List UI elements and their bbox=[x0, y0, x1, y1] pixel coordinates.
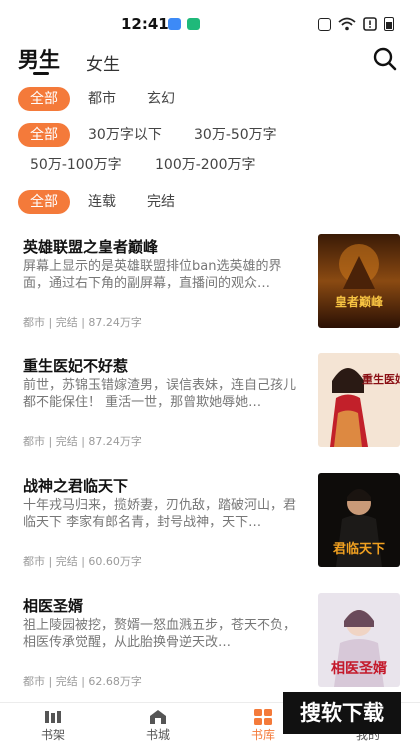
nav-bookshelf[interactable]: 书架 bbox=[13, 703, 93, 746]
status-icons bbox=[318, 16, 394, 32]
book-cover: 重生医妃 bbox=[318, 353, 400, 447]
word-count-filter-row2: 50万-100万字 100万-200万字 bbox=[18, 153, 402, 177]
filter-status-completed[interactable]: 完结 bbox=[147, 190, 175, 214]
filter-words-all[interactable]: 全部 bbox=[18, 123, 70, 147]
tab-male[interactable]: 男生 bbox=[18, 44, 60, 74]
book-title: 英雄联盟之皇者巅峰 bbox=[23, 238, 159, 256]
cover-title-text: 君临天下 bbox=[333, 541, 385, 557]
status-time: 12:41 bbox=[121, 15, 169, 33]
book-title: 相医圣婿 bbox=[23, 597, 84, 615]
book-description: 祖上陵园被挖，赘婿一怒血溅五步，苍天不负，相医传承觉醒，从此胎换骨逆天改… bbox=[23, 618, 297, 650]
nav-label: 书城 bbox=[145, 728, 170, 742]
book-title: 重生医妃不好惹 bbox=[23, 357, 129, 375]
cover-title-text: 重生医妃 bbox=[362, 372, 400, 386]
filter-status-all[interactable]: 全部 bbox=[18, 190, 70, 214]
tab-female[interactable]: 女生 bbox=[86, 50, 120, 75]
book-cover: 皇者巅峰 bbox=[318, 234, 400, 328]
search-icon[interactable] bbox=[372, 46, 398, 72]
status-filter: 全部 连载 完结 bbox=[18, 190, 402, 214]
alert-icon bbox=[363, 17, 377, 31]
wifi-icon bbox=[338, 17, 356, 31]
book-cover: 君临天下 bbox=[318, 473, 400, 567]
filter-status-serializing[interactable]: 连载 bbox=[88, 190, 116, 214]
nfc-icon bbox=[318, 17, 331, 31]
status-bar: 12:41 bbox=[0, 0, 420, 44]
library-icon bbox=[254, 709, 272, 725]
book-title: 战神之君临天下 bbox=[23, 477, 129, 495]
filter-category-urban[interactable]: 都市 bbox=[88, 87, 116, 111]
book-meta: 都市 | 完结 | 62.68万字 bbox=[23, 675, 142, 688]
filter-words-30w-50w[interactable]: 30万-50万字 bbox=[194, 123, 277, 147]
filter-words-under-30w[interactable]: 30万字以下 bbox=[88, 123, 162, 147]
cover-title-text: 相医圣婿 bbox=[331, 660, 388, 677]
filter-category-all[interactable]: 全部 bbox=[18, 87, 70, 111]
bookstore-icon bbox=[150, 710, 166, 724]
category-filter: 全部 都市 玄幻 bbox=[18, 87, 402, 111]
book-meta: 都市 | 完结 | 87.24万字 bbox=[23, 316, 142, 329]
book-description: 十年戎马归来，揽娇妻，刃仇敌，踏破河山，君临天下 李家有郎名青，封号战神，天下… bbox=[23, 498, 297, 530]
book-item[interactable]: 重生医妃不好惹 前世，苏锦玉错嫁渣男，误信表妹，连自己孩儿都不能保住！ 重活一世… bbox=[0, 353, 420, 475]
active-tab-indicator bbox=[33, 72, 49, 75]
filter-category-fantasy[interactable]: 玄幻 bbox=[147, 87, 175, 111]
book-description: 屏幕上显示的是英雄联盟排位ban选英雄的界面，通过右下角的副屏幕，直播间的观众… bbox=[23, 259, 282, 291]
app-notification-icon bbox=[187, 18, 200, 30]
bookshelf-icon bbox=[45, 711, 61, 723]
nav-label: 书架 bbox=[40, 728, 65, 742]
book-item[interactable]: 英雄联盟之皇者巅峰 屏幕上显示的是英雄联盟排位ban选英雄的界面，通过右下角的副… bbox=[0, 234, 420, 356]
app-notification-icon bbox=[168, 18, 181, 30]
word-count-filter: 全部 30万字以下 30万-50万字 bbox=[18, 123, 402, 147]
watermark-text: 搜软下载 bbox=[300, 701, 384, 725]
nav-bookstore[interactable]: 书城 bbox=[118, 703, 198, 746]
watermark-badge: 搜软下载 bbox=[283, 692, 401, 734]
book-meta: 都市 | 完结 | 60.60万字 bbox=[23, 555, 142, 568]
book-meta: 都市 | 完结 | 87.24万字 bbox=[23, 435, 142, 448]
filter-words-50w-100w[interactable]: 50万-100万字 bbox=[30, 153, 122, 177]
cover-title-text: 皇者巅峰 bbox=[335, 294, 384, 309]
book-description: 前世，苏锦玉错嫁渣男，误信表妹，连自己孩儿都不能保住！ 重活一世，那曾欺她辱她… bbox=[23, 378, 297, 410]
battery-icon bbox=[384, 17, 394, 31]
filter-words-100w-200w[interactable]: 100万-200万字 bbox=[155, 153, 256, 177]
book-item[interactable]: 战神之君临天下 十年戎马归来，揽娇妻，刃仇敌，踏破河山，君临天下 李家有郎名青，… bbox=[0, 473, 420, 595]
book-cover: 相医圣婿 bbox=[318, 593, 400, 687]
